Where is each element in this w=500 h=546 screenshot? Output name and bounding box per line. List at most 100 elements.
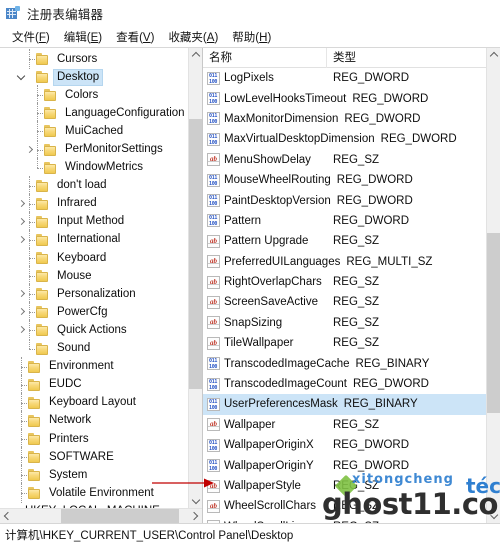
value-name: LowLevelHooksTimeout xyxy=(224,92,347,105)
tree-item-muicached[interactable]: MuiCached xyxy=(0,121,188,142)
tree-hscroll-thumb[interactable] xyxy=(61,509,179,523)
value-row[interactable]: ab WheelScrollLines REG_SZ xyxy=(203,517,486,523)
value-row[interactable]: 011 100 LowLevelHooksTimeout REG_DWORD xyxy=(203,88,486,108)
menu-item-3[interactable]: 查看(V) xyxy=(109,28,161,47)
tree-item-environment[interactable]: Environment xyxy=(0,356,188,377)
value-row[interactable]: ab Wallpaper REG_SZ xyxy=(203,415,486,435)
values-scroll-up-button[interactable] xyxy=(487,48,500,63)
chevron-right-icon[interactable] xyxy=(16,231,27,249)
chevron-right-icon[interactable] xyxy=(16,285,27,303)
chevron-right-icon[interactable] xyxy=(16,195,27,213)
tree-item-personalization[interactable]: Personalization xyxy=(0,284,188,305)
menu-item-5[interactable]: 帮助(H) xyxy=(225,28,278,47)
tree-guide-line xyxy=(27,229,36,250)
tree-item-infrared[interactable]: Infrared xyxy=(0,193,188,214)
registry-tree[interactable]: Cursors Desktop Colors LanguageConfiguratio… xyxy=(0,48,188,508)
values-vertical-scrollbar[interactable] xyxy=(486,48,500,523)
tree-item-keyboard[interactable]: Keyboard xyxy=(0,248,188,269)
value-row[interactable]: 011 100 MaxMonitorDimension REG_DWORD xyxy=(203,109,486,129)
tree-item-languageconfiguration[interactable]: LanguageConfiguration xyxy=(0,103,188,124)
tree-item-system[interactable]: System xyxy=(0,465,188,486)
tree-vertical-scrollbar[interactable] xyxy=(188,48,202,508)
tree-item-keyboard-layout[interactable]: Keyboard Layout xyxy=(0,392,188,413)
value-type: REG_SZ xyxy=(333,418,380,431)
tree-item-desktop[interactable]: Desktop xyxy=(0,68,188,86)
folder-icon xyxy=(28,360,42,373)
menu-item-2[interactable]: 编辑(E) xyxy=(57,28,109,47)
tree-item-mouse[interactable]: Mouse xyxy=(0,266,188,287)
tree-horizontal-scrollbar[interactable] xyxy=(0,508,202,523)
value-row[interactable]: 011 100 Pattern REG_DWORD xyxy=(203,211,486,231)
value-row[interactable]: 011 100 MaxVirtualDesktopDimension REG_DWOR… xyxy=(203,129,486,149)
tree-expander-spacer xyxy=(8,358,19,376)
value-row[interactable]: ab ScreenSaveActive REG_SZ xyxy=(203,292,486,312)
column-header-name[interactable]: 名称 xyxy=(203,47,327,68)
tree-item-don-t-load[interactable]: don't load xyxy=(0,175,188,196)
folder-icon xyxy=(36,53,50,66)
value-row[interactable]: ab MenuShowDelay REG_SZ xyxy=(203,150,486,170)
value-row[interactable]: 011 100 PaintDesktopVersion REG_DWORD xyxy=(203,190,486,210)
tree-item-quick-actions[interactable]: Quick Actions xyxy=(0,320,188,341)
values-scroll-down-button[interactable] xyxy=(487,508,500,523)
tree-expander-spacer xyxy=(24,104,35,122)
tree-scroll-track[interactable] xyxy=(189,63,202,493)
value-row[interactable]: 011 100 LogPixels REG_DWORD xyxy=(203,68,486,88)
tree-item-volatile-environment[interactable]: Volatile Environment xyxy=(0,483,188,504)
tree-item-sound[interactable]: Sound xyxy=(0,338,188,358)
tree-guide-line xyxy=(27,49,36,70)
value-row[interactable]: ab WheelScrollChars REG_SZ xyxy=(203,496,486,516)
dword-icon: 011 100 xyxy=(207,397,220,411)
tree-scroll-thumb[interactable] xyxy=(189,119,202,389)
value-type: REG_DWORD xyxy=(352,378,429,391)
values-scroll-thumb[interactable] xyxy=(487,233,500,413)
value-row[interactable]: ab SnapSizing REG_SZ xyxy=(203,313,486,333)
value-row[interactable]: ab WallpaperStyle REG_SZ xyxy=(203,476,486,496)
tree-item-permonitorsettings[interactable]: PerMonitorSettings xyxy=(0,139,188,160)
chevron-right-icon[interactable] xyxy=(24,141,35,159)
dword-icon: 011 100 xyxy=(207,132,220,146)
value-row[interactable]: 011 100 WallpaperOriginX REG_DWORD xyxy=(203,435,486,455)
string-icon: ab xyxy=(207,520,220,523)
value-row[interactable]: 011 100 TranscodedImageCount REG_DWORD xyxy=(203,374,486,394)
tree-item-international[interactable]: International xyxy=(0,229,188,250)
menu-item-4[interactable]: 收藏夹(A) xyxy=(161,28,225,47)
tree-item-colors[interactable]: Colors xyxy=(0,85,188,106)
tree-item-eudc[interactable]: EUDC xyxy=(0,374,188,395)
value-row[interactable]: ab TileWallpaper REG_SZ xyxy=(203,333,486,353)
folder-icon xyxy=(28,451,42,464)
column-header-type[interactable]: 类型 xyxy=(327,48,486,68)
chevron-down-icon[interactable] xyxy=(16,68,27,86)
string-icon: ab xyxy=(207,418,220,432)
tree-item-input-method[interactable]: Input Method xyxy=(0,211,188,232)
value-name: Pattern xyxy=(224,214,262,227)
value-row[interactable]: ab PreferredUILanguages REG_MULTI_SZ xyxy=(203,252,486,272)
tree-item-network[interactable]: Network xyxy=(0,410,188,431)
value-name-cell: ab SnapSizing xyxy=(203,316,327,330)
menu-item-1[interactable]: 文件(F) xyxy=(5,28,57,47)
chevron-right-icon[interactable] xyxy=(16,213,27,231)
tree-scroll-down-button[interactable] xyxy=(189,493,202,508)
value-row[interactable]: 011 100 MouseWheelRouting REG_DWORD xyxy=(203,170,486,190)
tree-scroll-left-button[interactable] xyxy=(0,509,15,523)
value-row[interactable]: ab RightOverlapChars REG_SZ xyxy=(203,272,486,292)
tree-item-printers[interactable]: Printers xyxy=(0,429,188,450)
values-list[interactable]: 011 100 LogPixels REG_DWORD 011 100 LowLevelHo… xyxy=(203,68,486,523)
tree-item-powercfg[interactable]: PowerCfg xyxy=(0,302,188,323)
chevron-right-icon[interactable] xyxy=(16,303,27,321)
tree-hscroll-track[interactable] xyxy=(15,509,187,523)
tree-item-windowmetrics[interactable]: WindowMetrics xyxy=(0,157,188,177)
value-name-cell: ab WallpaperStyle xyxy=(203,479,327,493)
tree-guide-line xyxy=(27,175,36,196)
chevron-right-icon[interactable] xyxy=(16,321,27,339)
tree-scroll-up-button[interactable] xyxy=(189,48,202,63)
value-row[interactable]: 011 100 TranscodedImageCache REG_BINARY xyxy=(203,353,486,373)
value-row[interactable]: 011 100 UserPreferencesMask REG_BINARY xyxy=(203,394,486,415)
tree-scroll-right-button[interactable] xyxy=(187,509,202,523)
tree-item-software[interactable]: SOFTWARE xyxy=(0,447,188,468)
tree-item-cursors[interactable]: Cursors xyxy=(0,49,188,70)
value-row[interactable]: 011 100 WallpaperOriginY REG_DWORD xyxy=(203,455,486,475)
value-row[interactable]: ab Pattern Upgrade REG_SZ xyxy=(203,231,486,251)
values-scroll-track[interactable] xyxy=(487,63,500,508)
